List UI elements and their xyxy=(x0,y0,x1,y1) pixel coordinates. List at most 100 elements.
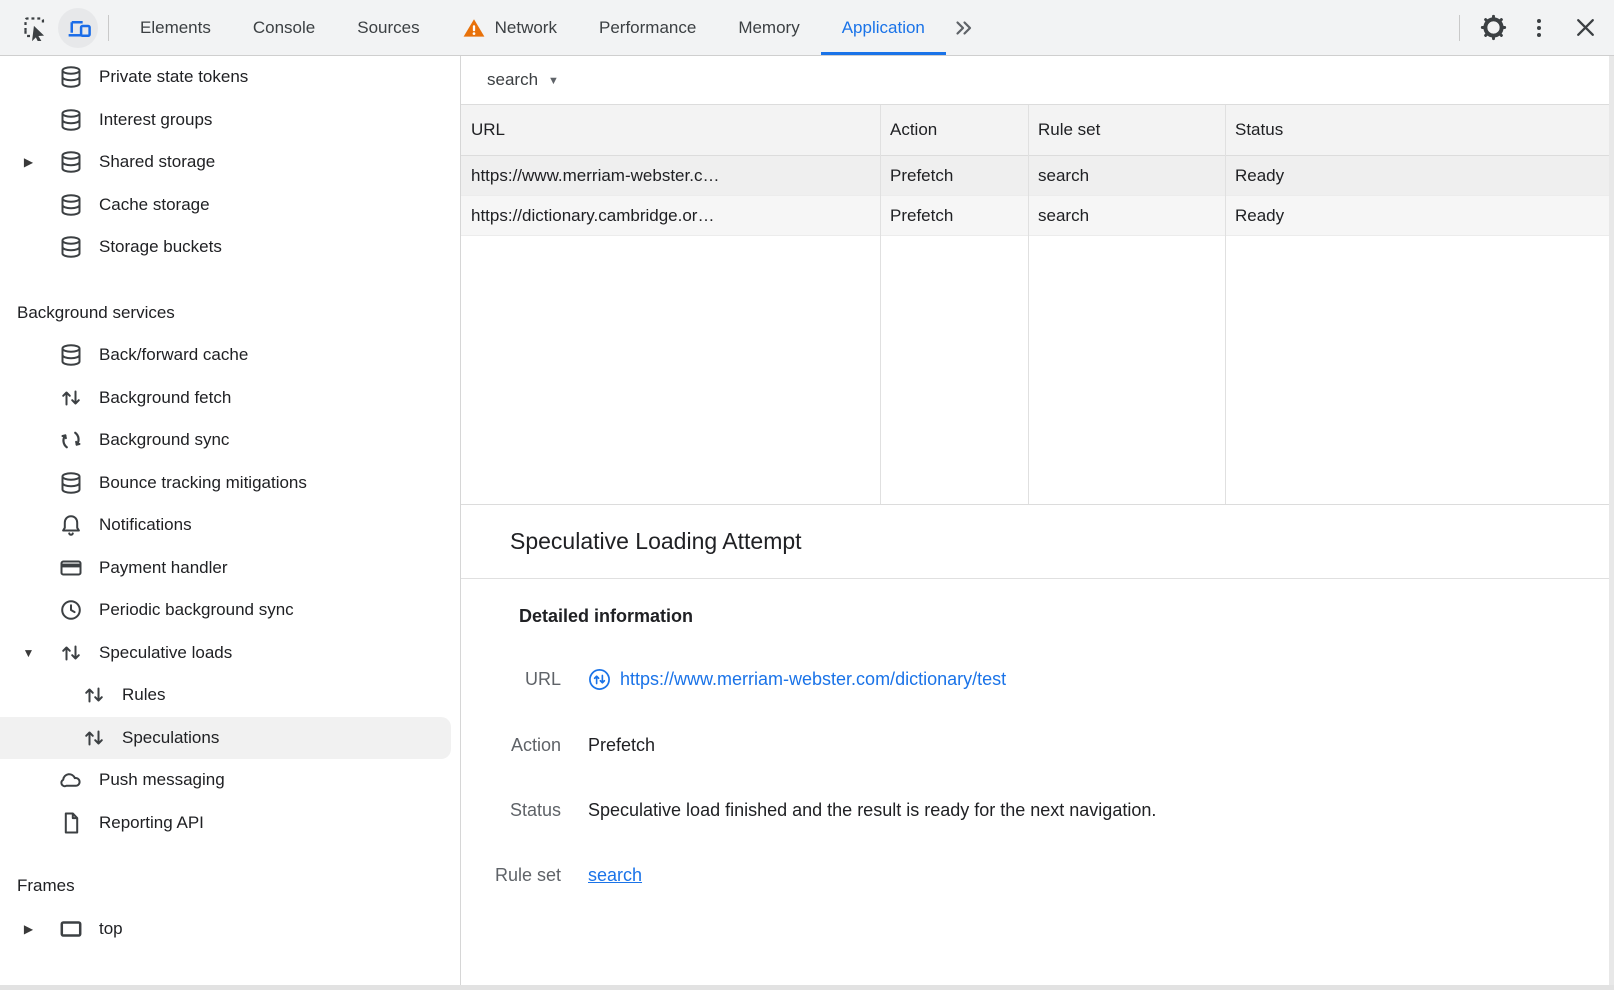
database-icon xyxy=(57,341,85,369)
tab-performance[interactable]: Performance xyxy=(578,0,717,55)
sidebar-item-private-state-tokens[interactable]: Private state tokens xyxy=(0,56,460,99)
sidebar-item-label: Shared storage xyxy=(99,152,215,172)
sidebar-item-top-frame[interactable]: ▶ top xyxy=(0,908,460,951)
ruleset-filter-value: search xyxy=(487,70,538,90)
sidebar-item-periodic-background-sync[interactable]: Periodic background sync xyxy=(0,589,460,632)
sidebar-section-frames: Frames xyxy=(0,865,460,908)
tabbar-right-controls xyxy=(1449,0,1614,55)
sidebar-item-speculations[interactable]: Speculations xyxy=(0,717,451,760)
inspect-element-button[interactable] xyxy=(14,8,54,48)
sidebar-item-label: Rules xyxy=(122,685,165,705)
sidebar-item-interest-groups[interactable]: Interest groups xyxy=(0,99,460,142)
close-devtools-button[interactable] xyxy=(1562,8,1608,48)
column-header-url[interactable]: URL xyxy=(461,105,880,155)
open-url-link-icon[interactable] xyxy=(588,668,611,691)
up-down-arrows-icon xyxy=(57,384,85,412)
tab-label: Network xyxy=(495,18,557,38)
sidebar-item-cache-storage[interactable]: Cache storage xyxy=(0,184,460,227)
gear-icon xyxy=(1480,14,1507,41)
ruleset-filter-dropdown[interactable]: search ▼ xyxy=(487,70,559,90)
sidebar-item-label: Payment handler xyxy=(99,558,228,578)
database-icon xyxy=(57,106,85,134)
detail-label: Status xyxy=(477,800,561,821)
tab-label: Performance xyxy=(599,18,696,38)
sidebar-item-label: Push messaging xyxy=(99,770,225,790)
database-icon xyxy=(57,148,85,176)
sidebar-item-payment-handler[interactable]: Payment handler xyxy=(0,547,460,590)
expand-arrow-icon[interactable]: ▶ xyxy=(0,923,57,935)
sidebar-item-label: Background fetch xyxy=(99,388,231,408)
attempt-title-text: Speculative Loading Attempt xyxy=(510,528,802,555)
chevron-double-right-icon xyxy=(952,16,976,40)
settings-button[interactable] xyxy=(1470,8,1516,48)
tab-console[interactable]: Console xyxy=(232,0,336,55)
sidebar-item-label: Reporting API xyxy=(99,813,204,833)
sidebar-item-reporting-api[interactable]: Reporting API xyxy=(0,802,460,845)
collapse-arrow-icon[interactable]: ▼ xyxy=(0,647,57,659)
sidebar-item-label: Speculative loads xyxy=(99,643,232,663)
tab-label: Memory xyxy=(738,18,799,38)
frame-icon xyxy=(57,915,85,943)
device-toolbar-icon xyxy=(65,14,92,41)
toolbar-divider xyxy=(1459,15,1460,41)
tab-label: Sources xyxy=(357,18,419,38)
tab-memory[interactable]: Memory xyxy=(717,0,820,55)
sidebar-item-rules[interactable]: Rules xyxy=(0,674,460,717)
column-header-status[interactable]: Status xyxy=(1225,105,1609,155)
column-header-rule-set[interactable]: Rule set xyxy=(1028,105,1225,155)
database-icon xyxy=(57,469,85,497)
table-row[interactable]: https://www.merriam-webster.c… Prefetch … xyxy=(461,156,1609,196)
sidebar-item-push-messaging[interactable]: Push messaging xyxy=(0,759,460,802)
sidebar-item-label: Speculations xyxy=(122,728,219,748)
tab-sources[interactable]: Sources xyxy=(336,0,440,55)
sidebar-item-bounce-tracking-mitigations[interactable]: Bounce tracking mitigations xyxy=(0,462,460,505)
column-header-action[interactable]: Action xyxy=(880,105,1028,155)
toggle-device-toolbar-button[interactable] xyxy=(58,8,98,48)
sidebar-item-label: top xyxy=(99,919,123,939)
table-row[interactable]: https://dictionary.cambridge.or… Prefetc… xyxy=(461,196,1609,236)
sidebar-item-label: Periodic background sync xyxy=(99,600,294,620)
column-divider[interactable] xyxy=(1225,105,1226,504)
cell-url: https://dictionary.cambridge.or… xyxy=(461,196,880,235)
cell-rule-set: search xyxy=(1028,196,1225,235)
sidebar-item-speculative-loads[interactable]: ▼ Speculative loads xyxy=(0,632,460,675)
cell-action: Prefetch xyxy=(880,196,1028,235)
menu-button[interactable] xyxy=(1516,8,1562,48)
sidebar-item-label: Background sync xyxy=(99,430,229,450)
more-tabs-button[interactable] xyxy=(946,16,982,40)
sidebar-item-shared-storage[interactable]: ▶ Shared storage xyxy=(0,141,460,184)
detail-label: Rule set xyxy=(477,865,561,886)
sidebar-item-notifications[interactable]: Notifications xyxy=(0,504,460,547)
database-icon xyxy=(57,191,85,219)
up-down-arrows-icon xyxy=(80,724,108,752)
sidebar-item-label: Storage buckets xyxy=(99,237,222,257)
tab-application[interactable]: Application xyxy=(821,0,946,55)
sidebar-item-storage-buckets[interactable]: Storage buckets xyxy=(0,226,460,269)
database-icon xyxy=(57,63,85,91)
attempt-url-link[interactable]: https://www.merriam-webster.com/dictiona… xyxy=(620,669,1006,690)
application-sidebar: Private state tokens Interest groups ▶ S… xyxy=(0,56,461,985)
speculations-datagrid: URL Action Rule set Status https://www.m… xyxy=(461,104,1609,505)
tab-elements[interactable]: Elements xyxy=(119,0,232,55)
window-right-edge xyxy=(1609,56,1614,990)
three-dot-menu-icon xyxy=(1527,16,1551,40)
sidebar-item-background-sync[interactable]: Background sync xyxy=(0,419,460,462)
sidebar-item-label: Notifications xyxy=(99,515,192,535)
sidebar-item-back-forward-cache[interactable]: Back/forward cache xyxy=(0,334,460,377)
detail-row-status: Status Speculative load finished and the… xyxy=(477,800,1609,821)
detail-row-rule-set: Rule set search xyxy=(477,865,1609,886)
sidebar-item-label: Interest groups xyxy=(99,110,212,130)
sidebar-item-background-fetch[interactable]: Background fetch xyxy=(0,377,460,420)
panel-tabs: Elements Console Sources Network Perform… xyxy=(119,0,946,55)
column-divider[interactable] xyxy=(1028,105,1029,504)
tab-label: Application xyxy=(842,18,925,38)
cell-action: Prefetch xyxy=(880,156,1028,195)
expand-arrow-icon[interactable]: ▶ xyxy=(0,156,57,168)
cell-status: Ready xyxy=(1225,196,1609,235)
column-divider[interactable] xyxy=(880,105,881,504)
attempt-rule-set-link[interactable]: search xyxy=(588,865,642,886)
detail-row-url: URL https://www.merriam-webster.com/dict… xyxy=(477,668,1609,691)
sidebar-item-label: Back/forward cache xyxy=(99,345,248,365)
tab-network[interactable]: Network xyxy=(441,0,578,55)
detail-label: URL xyxy=(477,669,561,690)
